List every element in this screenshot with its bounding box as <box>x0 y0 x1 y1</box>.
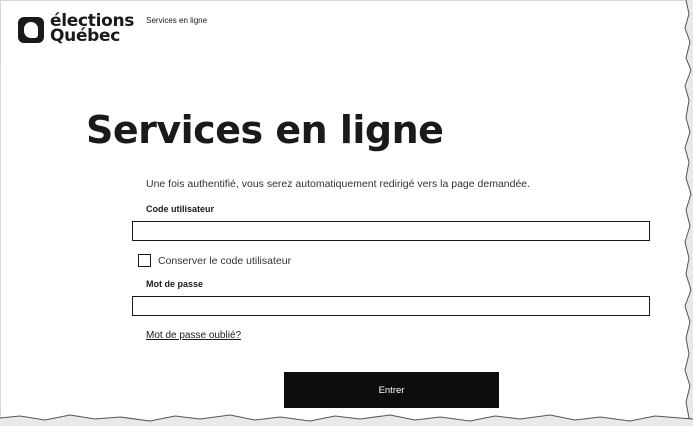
logo[interactable]: élections Québec <box>50 13 134 46</box>
remember-user-code[interactable]: Conserver le code utilisateur <box>138 254 291 267</box>
divider <box>0 60 1 410</box>
password-input[interactable] <box>132 296 650 316</box>
screenshot-sheet <box>0 0 689 421</box>
logo-line-2: Québec <box>50 26 121 46</box>
intro-text: Une fois authentifié, vous serez automat… <box>146 178 531 190</box>
torn-edge-right <box>684 0 693 426</box>
user-code-input[interactable] <box>132 221 650 241</box>
torn-edge-bottom <box>0 414 693 426</box>
page-title: Services en ligne <box>86 108 444 152</box>
site-header: élections Québec Services en ligne <box>18 13 207 48</box>
submit-button[interactable]: Entrer <box>284 372 499 408</box>
page: élections Québec Services en ligne Servi… <box>0 0 693 426</box>
forgot-password-link[interactable]: Mot de passe oublié? <box>146 330 241 341</box>
nav-link-services[interactable]: Services en ligne <box>146 16 207 25</box>
user-code-label: Code utilisateur <box>146 204 215 214</box>
logo-mark-icon <box>18 17 44 43</box>
remember-label: Conserver le code utilisateur <box>158 254 292 267</box>
password-label: Mot de passe <box>146 279 204 289</box>
remember-checkbox[interactable] <box>138 254 151 267</box>
